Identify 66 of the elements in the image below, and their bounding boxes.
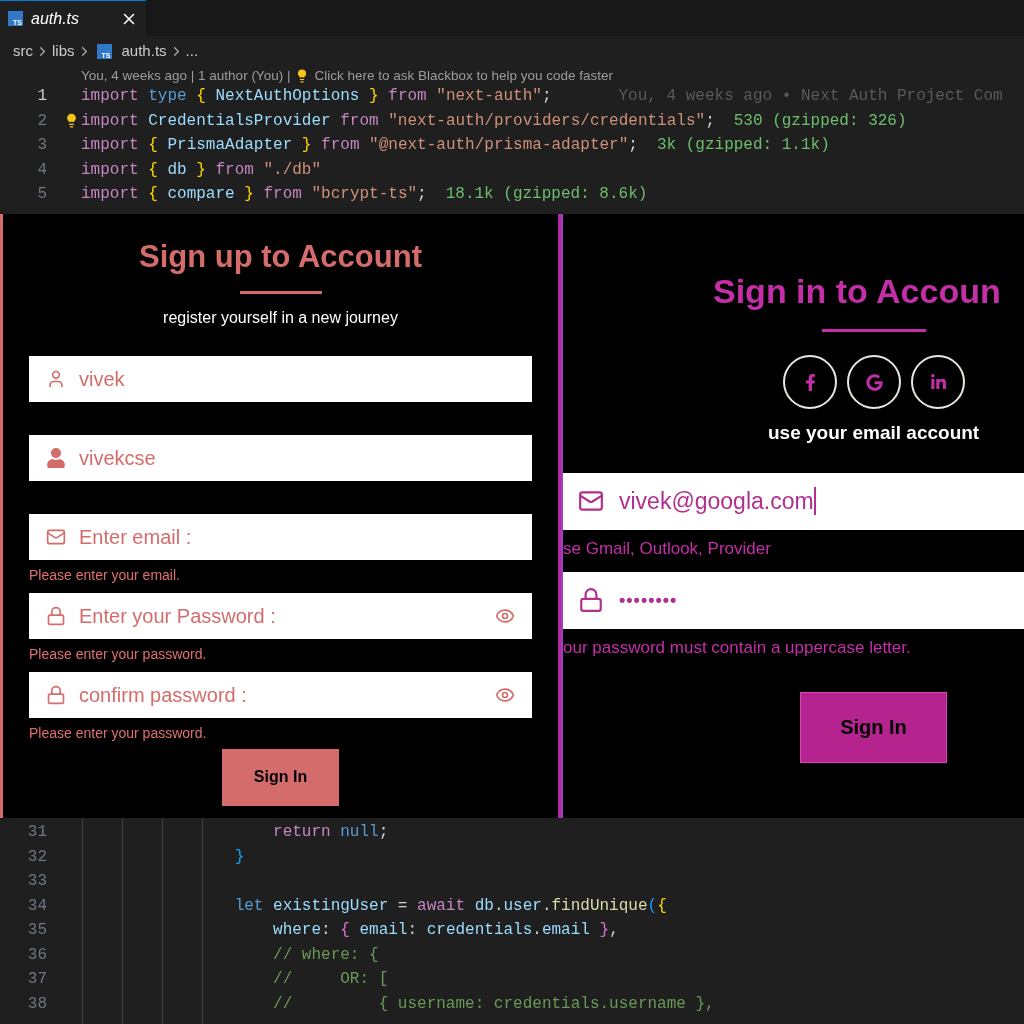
linkedin-icon [929, 373, 947, 391]
line-number: 33 [26, 871, 48, 893]
error-message: Please enter your email. [29, 565, 181, 585]
input-field[interactable]: Enter email : [29, 513, 532, 560]
sign-in-button[interactable]: Sign In [800, 691, 947, 763]
hint-text: our password must contain a uppercase letter. [563, 636, 912, 659]
line-number: 36 [26, 944, 48, 966]
signin-title: Sign in to Accoun [713, 271, 1001, 312]
hint-text: se Gmail, Outlook, Provider [563, 537, 772, 560]
code-line: // OR: [ [272, 969, 389, 991]
import-size-hint: 530 (gzipped: 326) [733, 110, 907, 132]
line-number: 2 [36, 110, 48, 132]
code-line: import { db } from "./db" [81, 159, 322, 181]
blame-annotation: You, 4 weeks ago • Next Auth Project Com [618, 86, 1003, 108]
code-line: // where: { [272, 944, 379, 966]
signup-subtitle: register yourself in a new journey [163, 307, 398, 328]
breadcrumb-item[interactable]: src [13, 39, 33, 63]
google-icon [865, 373, 883, 391]
social-login-button[interactable] [911, 355, 965, 409]
mail-icon [578, 488, 604, 514]
line-number: 4 [36, 159, 48, 181]
error-message: Please enter your password. [29, 723, 208, 743]
lightbulb-icon[interactable] [64, 112, 79, 128]
code-line: where: { email: credentials.email }, [272, 920, 619, 942]
code-line: import { PrismaAdapter } from "@next-auth/prisma-adapter"; [81, 135, 638, 157]
social-login-button[interactable] [847, 355, 901, 409]
social-login-button[interactable] [783, 355, 837, 409]
breadcrumb-item[interactable]: ... [185, 39, 199, 63]
signup-title: Sign up to Account [139, 238, 422, 276]
line-number: 34 [26, 895, 48, 917]
breadcrumb-item[interactable]: libs [52, 39, 75, 63]
user-icon [46, 368, 66, 389]
sign-in-button[interactable]: Sign In [222, 748, 339, 806]
input-field[interactable]: vivek@googla.com [563, 472, 1024, 530]
code-line: let existingUser = await db.user.findUnique({ [233, 895, 667, 917]
error-message: Please enter your password. [29, 644, 208, 664]
code-line: import { compare } from "bcrypt-ts"; [81, 184, 427, 206]
breadcrumb-item[interactable]: auth.ts [121, 39, 167, 63]
code-line: import CredentialsProvider from "next-auth/providers/credentials"; [81, 110, 715, 132]
line-number: 1 [36, 86, 48, 108]
codelens-info: You, 4 weeks ago | 1 author (You) | [81, 66, 291, 85]
signin-subtitle: use your email account [768, 421, 981, 445]
lock-icon [46, 605, 66, 626]
lock-icon [578, 587, 604, 613]
line-number: 32 [26, 846, 48, 868]
line-number: 31 [26, 822, 48, 844]
text-cursor [813, 487, 816, 515]
import-size-hint: 18.1k (gzipped: 8.6k) [445, 184, 648, 206]
code-line: // { username: credentials.username }, [272, 993, 715, 1015]
code-line: return null; [272, 822, 389, 844]
codelens-link[interactable]: Click here to ask Blackbox to help you code faster [314, 65, 614, 87]
line-number: 38 [26, 993, 48, 1015]
user-icon [46, 447, 66, 468]
input-field[interactable]: confirm password : [29, 671, 532, 718]
code-line: import type { NextAuthOptions } from "next-auth"; [81, 86, 552, 108]
code-line: } [233, 846, 245, 868]
line-number: 3 [36, 135, 48, 157]
input-field[interactable]: Enter your Password : [29, 592, 532, 639]
line-number: 5 [36, 184, 48, 206]
line-number: 37 [26, 969, 48, 991]
line-number: 35 [26, 920, 48, 942]
input-field[interactable]: •••••••• [563, 571, 1024, 629]
input-field[interactable]: vivek [29, 355, 532, 402]
input-field[interactable]: vivekcse [29, 434, 532, 481]
lock-icon [46, 684, 66, 705]
import-size-hint: 3k (gzipped: 1.1k) [656, 135, 830, 157]
